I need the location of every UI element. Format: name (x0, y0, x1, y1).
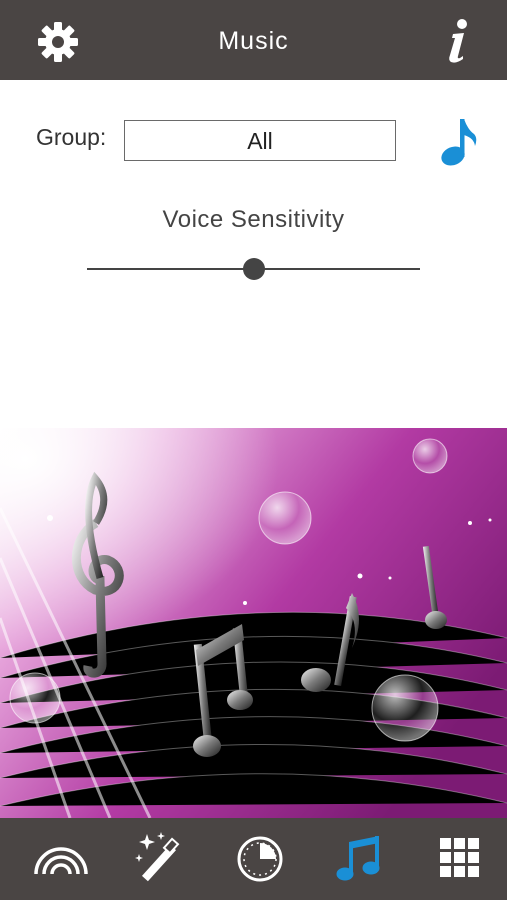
group-select[interactable]: All (124, 120, 396, 161)
music-artwork (0, 428, 507, 818)
rainbow-icon[interactable] (33, 832, 89, 884)
group-label: Group: (36, 124, 107, 150)
magic-wand-icon[interactable] (133, 832, 189, 884)
music-note-icon[interactable] (438, 116, 478, 168)
header-bar: Music (0, 0, 507, 80)
page-title: Music (218, 27, 289, 55)
timer-icon[interactable] (232, 832, 288, 884)
tab-bar (0, 818, 507, 900)
voice-sensitivity-label: Voice Sensitivity (162, 206, 345, 233)
music-notes-icon[interactable] (333, 832, 389, 884)
grid-icon[interactable] (432, 832, 488, 884)
slider-thumb[interactable] (242, 258, 265, 280)
info-icon[interactable] (444, 18, 472, 64)
